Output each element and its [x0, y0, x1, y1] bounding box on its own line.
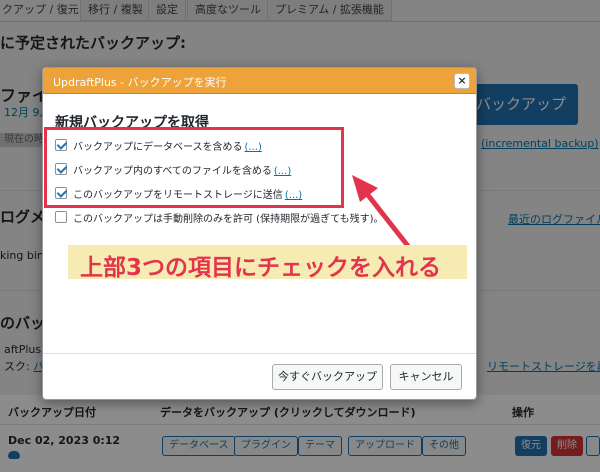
close-icon[interactable]: × [454, 73, 470, 89]
dialog-titlebar: UpdraftPlus - バックアップを実行 × [43, 68, 476, 94]
cancel-button[interactable]: キャンセル [390, 364, 462, 390]
backup-now-button[interactable]: 今すぐバックアップ [272, 364, 383, 390]
arrow-icon [352, 175, 411, 249]
checkbox-manual-delete-only[interactable] [55, 211, 67, 223]
highlight-box [44, 127, 344, 208]
dialog-title: UpdraftPlus - バックアップを実行 [53, 76, 227, 89]
callout-text: 上部3つの項目にチェックを入れる [80, 255, 442, 281]
dialog-footer-divider [43, 353, 476, 354]
